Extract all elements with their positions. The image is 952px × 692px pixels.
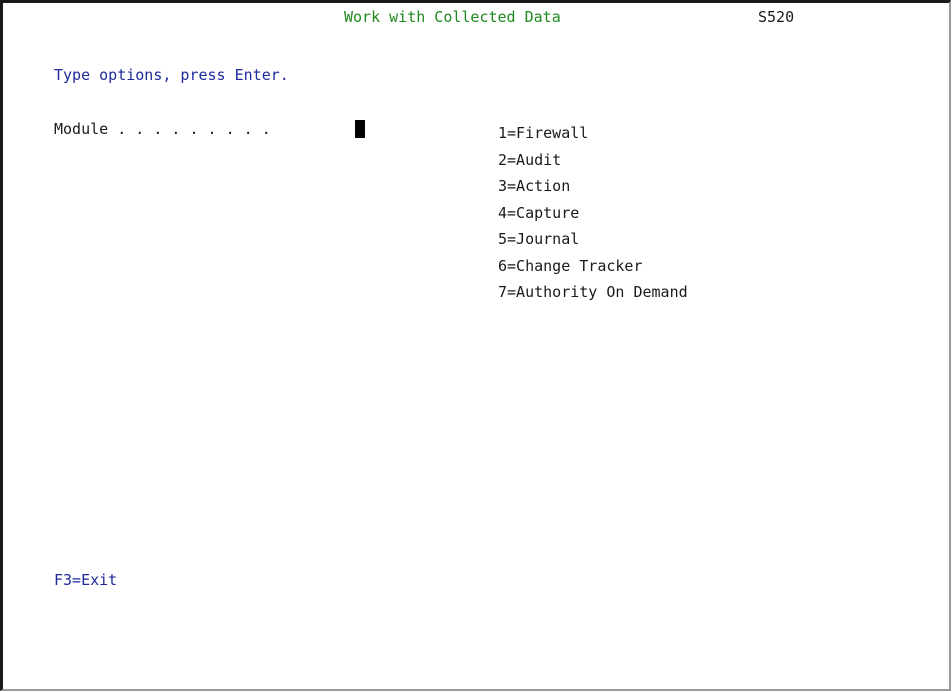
option-firewall: 1=Firewall: [498, 124, 589, 142]
f3-exit-key[interactable]: F3=Exit: [54, 571, 117, 589]
module-label: Module . . . . . . . . .: [54, 120, 271, 138]
terminal-screen: Work with Collected Data S520 Type optio…: [0, 0, 951, 691]
screen-title: Work with Collected Data: [344, 8, 561, 26]
module-options-list: 1=Firewall 2=Audit 3=Action 4=Capture 5=…: [498, 120, 688, 306]
option-authority-on-demand: 7=Authority On Demand: [498, 283, 688, 301]
option-audit: 2=Audit: [498, 150, 562, 169]
option-action: 3=Action: [498, 177, 571, 195]
module-input-field[interactable]: [355, 120, 365, 138]
system-name: S520: [758, 8, 795, 26]
instructions-text: Type options, press Enter.: [54, 66, 289, 84]
option-capture: 4=Capture: [498, 203, 580, 222]
option-change-tracker: 6=Change Tracker: [498, 256, 643, 275]
option-journal: 5=Journal: [498, 230, 580, 248]
